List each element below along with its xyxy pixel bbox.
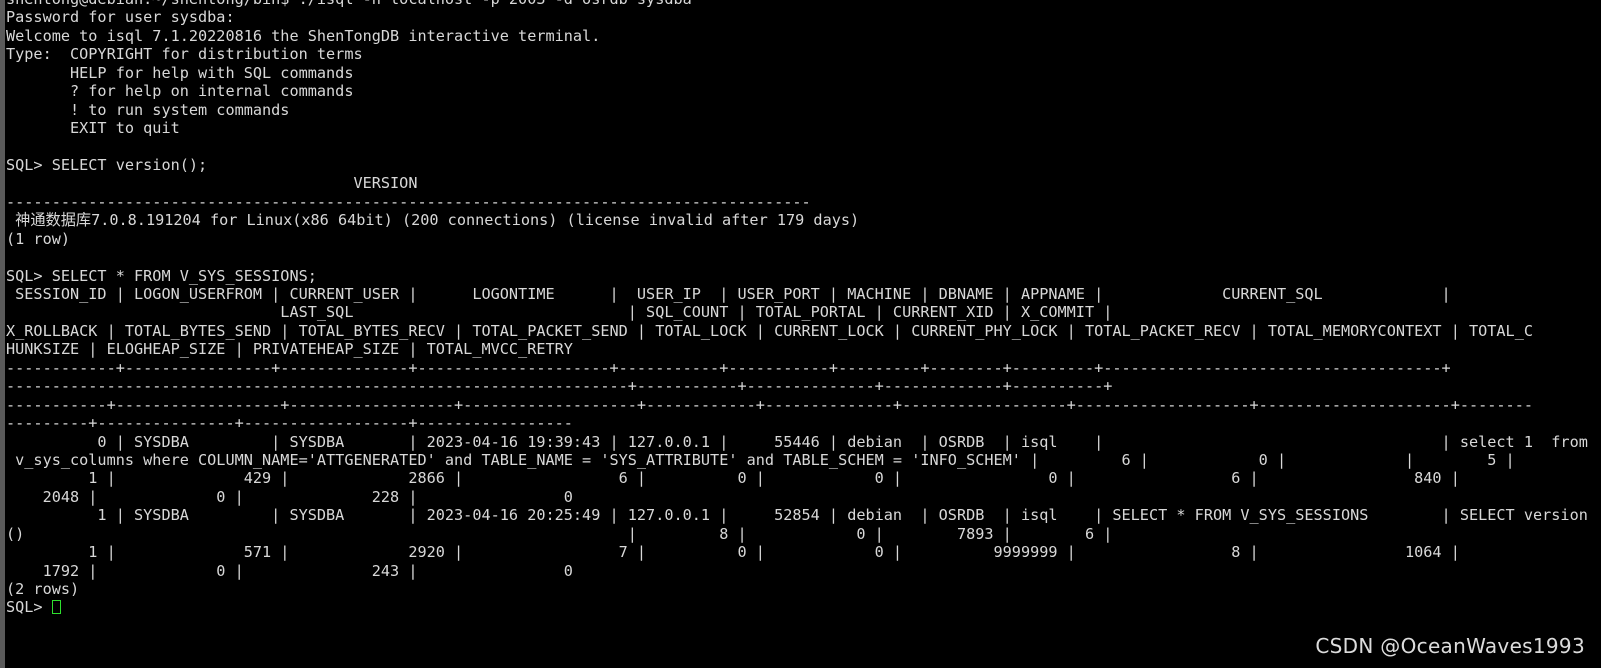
terminal-line: 0 | SYSDBA | SYSDBA | 2023-04-16 19:39:4…	[6, 432, 1588, 451]
terminal-line: ! to run system commands	[6, 100, 290, 119]
terminal-output: shentong@debian:~/shentong/bin$ ./isql -…	[6, 0, 1596, 617]
terminal-line: () | 8 | 0 | 7893 | 6 |	[6, 524, 1113, 543]
terminal-prompt-line[interactable]: SQL>	[6, 598, 1596, 616]
terminal-line: 2048 | 0 | 228 | 0	[6, 487, 573, 506]
text-cursor	[51, 600, 61, 615]
terminal-line: 神通数据库7.0.8.191204 for Linux(x86 64bit) (…	[6, 211, 860, 230]
terminal-window[interactable]: shentong@debian:~/shentong/bin$ ./isql -…	[0, 0, 1601, 668]
terminal-line: shentong@debian:~/shentong/bin$ ./isql -…	[6, 0, 1596, 8]
terminal-line: SESSION_ID | LOGON_USERFROM | CURRENT_US…	[6, 285, 1451, 303]
terminal-line: SQL> SELECT version();	[6, 155, 208, 174]
terminal-line: (2 rows)	[6, 580, 80, 598]
terminal-line: ----------------------------------------…	[6, 377, 1113, 396]
terminal-line: HUNKSIZE | ELOGHEAP_SIZE | PRIVATEHEAP_S…	[6, 340, 573, 359]
terminal-line: v_sys_columns where COLUMN_NAME='ATTGENE…	[6, 450, 1515, 469]
terminal-line: 1 | 429 | 2866 | 6 | 0 | 0 | 0 | 6 | 840…	[6, 469, 1460, 488]
terminal-line: LAST_SQL | SQL_COUNT | TOTAL_PORTAL | CU…	[6, 303, 1113, 322]
terminal-line: Password for user sysdba:	[6, 8, 235, 27]
terminal-line: SQL> SELECT * FROM V_SYS_SESSIONS;	[6, 266, 317, 285]
terminal-line: X_ROLLBACK | TOTAL_BYTES_SEND | TOTAL_BY…	[6, 321, 1533, 340]
terminal-line: -----------+------------------+---------…	[6, 395, 1533, 414]
terminal-line: ? for help on internal commands	[6, 82, 354, 101]
terminal-line: (1 row)	[6, 229, 71, 248]
terminal-line: Welcome to isql 7.1.20220816 the ShenTon…	[6, 26, 601, 45]
sql-prompt: SQL>	[6, 598, 52, 617]
terminal-line: Type: COPYRIGHT for distribution terms	[6, 45, 363, 64]
terminal-line: ----------------------------------------…	[6, 192, 811, 211]
terminal-scrollbar-thumb[interactable]	[0, 0, 5, 668]
csdn-watermark: CSDN @OceanWaves1993	[1315, 634, 1585, 658]
terminal-line: VERSION	[6, 174, 756, 193]
terminal-line: 1 | 571 | 2920 | 7 | 0 | 0 | 9999999 | 8…	[6, 543, 1460, 562]
terminal-line: HELP for help with SQL commands	[6, 63, 354, 82]
terminal-line: EXIT to quit	[6, 119, 180, 138]
terminal-line: 1792 | 0 | 243 | 0	[6, 561, 573, 580]
terminal-line: ------------+----------------+----------…	[6, 358, 1451, 377]
terminal-line: ---------+---------------+--------------…	[6, 414, 573, 433]
terminal-scrollbar[interactable]	[0, 0, 5, 668]
terminal-line: 1 | SYSDBA | SYSDBA | 2023-04-16 20:25:4…	[6, 506, 1588, 525]
